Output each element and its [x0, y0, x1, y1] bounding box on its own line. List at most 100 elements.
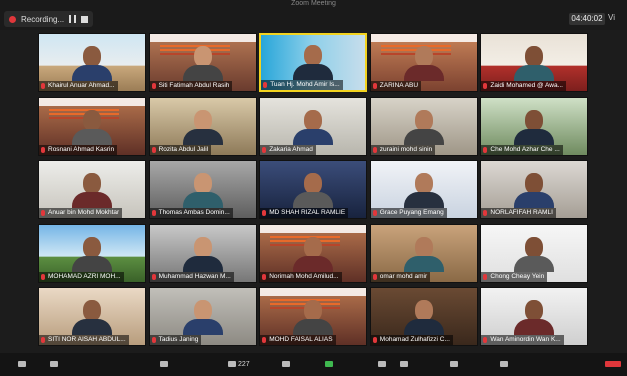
participant-head	[193, 109, 212, 131]
participant-name: Thomas Ambas Domin...	[149, 208, 233, 218]
participant-name: Rosnani Ahmad Kasrin	[39, 144, 118, 155]
participant-tile[interactable]: Zaidi Mohamed @ Awa...	[480, 33, 589, 92]
participant-video	[514, 300, 555, 335]
participant-head	[83, 173, 101, 194]
recording-dot-icon	[9, 15, 16, 23]
participant-name-label: Mohamad Zulhafizzi C...	[379, 336, 450, 343]
mic-icon[interactable]	[18, 361, 26, 367]
participant-tile[interactable]: Grace Puyang Emang	[369, 160, 478, 219]
participant-name-label: MD SHAH RIZAL RAMLIE	[269, 209, 346, 216]
participant-name: Che Mohd Azhar Che ...	[481, 144, 563, 155]
participant-body	[403, 192, 444, 208]
participant-body	[72, 319, 112, 335]
participant-body	[403, 255, 444, 272]
participant-video	[403, 300, 444, 335]
muted-mic-icon	[41, 146, 45, 153]
participant-name: Wan Aminordin Wan K...	[481, 335, 564, 345]
participant-head	[304, 236, 323, 258]
muted-mic-icon	[41, 337, 45, 343]
participant-body	[293, 128, 334, 145]
participant-tile[interactable]: Chong Cheay Yein	[480, 223, 589, 283]
slide-header	[260, 288, 367, 296]
participant-name: Mohamad Zulhafizzi C...	[370, 335, 453, 345]
muted-mic-icon	[372, 83, 377, 89]
view-button[interactable]: Vi	[608, 13, 615, 22]
participant-video	[182, 173, 223, 208]
participant-video	[72, 236, 112, 272]
participant-tile[interactable]: MD SHAH RIZAL RAMLIE	[259, 160, 368, 219]
share-screen-icon[interactable]	[325, 361, 333, 367]
participant-tile[interactable]: NORLAFIFAH RAMLI	[480, 160, 589, 219]
participant-body	[72, 255, 112, 272]
participant-tile[interactable]: Muhammad Hazwan M...	[148, 223, 257, 283]
top-bar: Zoom Meeting Recording... 04:40:02 Vi	[0, 0, 627, 30]
participant-name-label: Chong Cheay Yein	[490, 272, 545, 280]
participant-tile[interactable]: SITI NOR AISAH ABDUL...	[38, 287, 146, 346]
participant-body	[72, 192, 112, 208]
muted-mic-icon	[483, 337, 488, 343]
participant-tile[interactable]: Rosnani Ahmad Kasrin	[38, 96, 146, 156]
participant-video	[182, 46, 223, 81]
participant-tile[interactable]: Khairul Anuar Ahmad...	[38, 33, 146, 92]
muted-mic-icon	[483, 273, 488, 280]
video-icon[interactable]	[50, 361, 58, 367]
participant-name-label: ZARINA ABU	[379, 82, 419, 89]
participant-video	[72, 46, 112, 81]
participant-tile[interactable]: Norimah Mohd Amilud...	[259, 223, 368, 283]
participant-tile[interactable]: Anuar bin Mohd Mokhtar	[38, 160, 146, 219]
participant-name-label: Siti Fatimah Abdul Rasih	[158, 82, 230, 89]
participant-tile[interactable]: Thomas Ambas Domin...	[148, 160, 257, 219]
muted-mic-icon	[151, 273, 156, 280]
muted-mic-icon	[372, 273, 377, 280]
participant-tile[interactable]: Che Mohd Azhar Che ...	[480, 96, 589, 156]
stop-recording-button[interactable]	[81, 15, 89, 23]
participant-name-label: Zaidi Mohamed @ Awa...	[490, 82, 563, 89]
participant-body	[72, 128, 112, 145]
participant-tile[interactable]: omar mohd amir	[369, 223, 478, 283]
participant-tile[interactable]: Siti Fatimah Abdul Rasih	[148, 33, 257, 92]
participant-name: Khairul Anuar Ahmad...	[39, 81, 118, 91]
participant-tile[interactable]: Mohamad Zulhafizzi C...	[369, 287, 478, 346]
participant-tile[interactable]: ZARINA ABU	[369, 33, 478, 92]
participant-head	[414, 236, 433, 258]
record-icon[interactable]	[378, 361, 386, 367]
participant-tile[interactable]: MOHD FAISAL ALIAS	[259, 287, 368, 346]
meeting-timer: 04:40:02	[569, 13, 605, 25]
muted-mic-icon	[41, 83, 45, 89]
participant-tile[interactable]: zuraini mohd sinin	[369, 96, 478, 156]
participant-name: MD SHAH RIZAL RAMLIE	[260, 208, 349, 218]
muted-mic-icon	[41, 210, 45, 216]
participant-name-label: Khairul Anuar Ahmad...	[48, 82, 115, 89]
participant-body	[72, 65, 112, 81]
muted-mic-icon	[262, 210, 267, 216]
security-icon[interactable]	[160, 361, 168, 367]
participant-tile[interactable]: Zakaria Ahmad	[259, 96, 368, 156]
participant-tile[interactable]: Tuan Hj. Mohd Amir Is...	[259, 33, 368, 92]
participant-tile[interactable]: Tadius Janing	[148, 287, 257, 346]
participant-head	[525, 236, 544, 258]
participant-tile[interactable]: Rozita Abdul Jalil	[148, 96, 257, 156]
participant-name-label: Zakaria Ahmad	[269, 145, 313, 153]
participant-name-label: Muhammad Hazwan M...	[158, 272, 231, 280]
participant-name: Tuan Hj. Mohd Amir Is...	[261, 80, 343, 90]
participant-name: SITI NOR AISAH ABDUL...	[39, 335, 129, 345]
participant-name: zuraini mohd sinin	[370, 144, 436, 155]
participant-video	[514, 173, 555, 208]
participant-head	[525, 109, 544, 131]
reactions-icon[interactable]	[400, 361, 408, 367]
apps-icon[interactable]	[450, 361, 458, 367]
window-title: Zoom Meeting	[291, 0, 336, 7]
participant-head	[193, 300, 212, 321]
pause-recording-button[interactable]	[69, 15, 77, 23]
participant-video	[293, 236, 334, 272]
chat-icon[interactable]	[282, 361, 290, 367]
participant-video	[182, 236, 223, 272]
participant-body	[403, 319, 444, 335]
participant-tile[interactable]: MOHAMAD AZRI MOH...	[38, 223, 146, 283]
participant-head	[83, 236, 101, 258]
participants-icon[interactable]	[228, 361, 236, 367]
participant-body	[182, 65, 223, 81]
participant-tile[interactable]: Wan Aminordin Wan K...	[480, 287, 589, 346]
more-icon[interactable]	[500, 361, 508, 367]
end-meeting-button[interactable]	[605, 361, 621, 367]
